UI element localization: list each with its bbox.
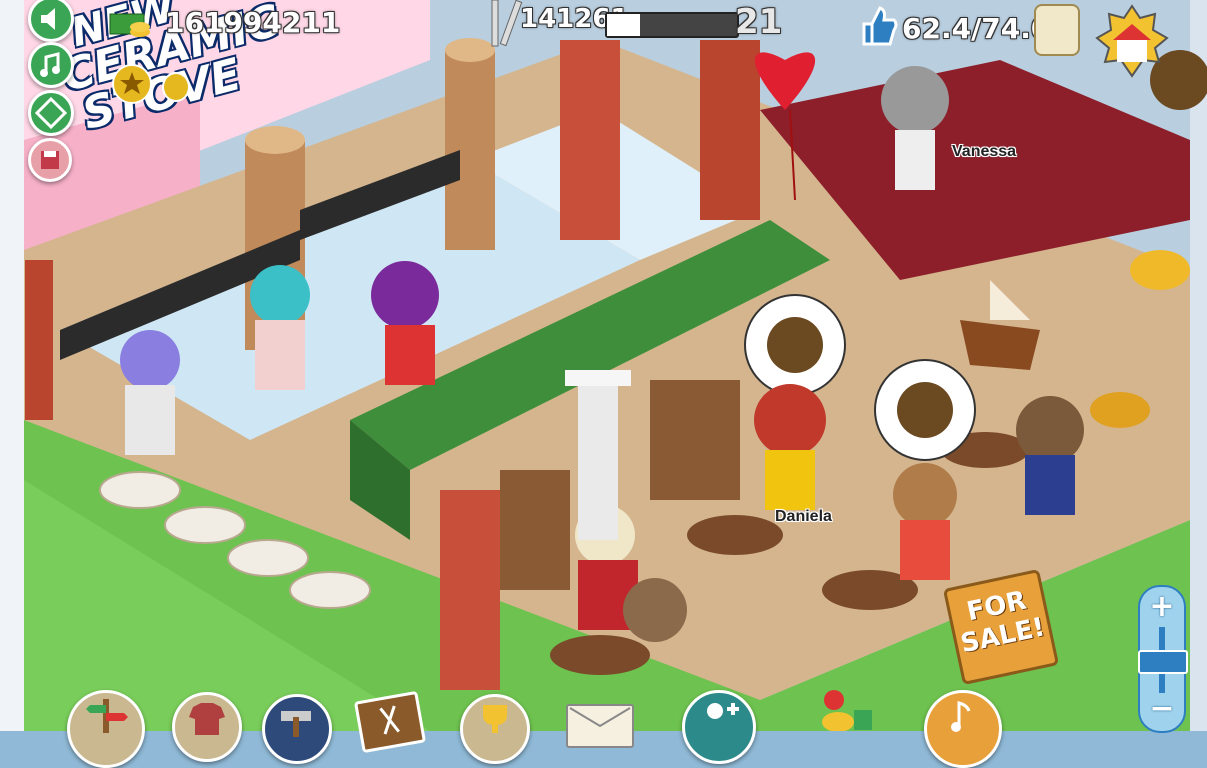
coins-stack-icon xyxy=(108,8,152,44)
small-coin-icon xyxy=(162,72,190,102)
music-icon xyxy=(40,52,60,77)
shirt-icon xyxy=(189,703,225,735)
menu-icon xyxy=(379,705,400,735)
mail-icon xyxy=(569,707,631,728)
music-shop-button[interactable] xyxy=(924,690,1002,768)
hammer-icon xyxy=(281,711,311,737)
zoom-handle[interactable] xyxy=(1138,650,1188,674)
zoom-in-button[interactable]: + xyxy=(1140,589,1184,624)
mail-button[interactable] xyxy=(566,704,634,748)
add-friend-icon xyxy=(707,703,739,719)
zoom-out-button[interactable]: − xyxy=(1140,691,1184,726)
home-button[interactable] xyxy=(1095,4,1169,84)
trophy-button[interactable] xyxy=(460,694,530,764)
map-icon xyxy=(86,699,128,733)
clothes-button[interactable] xyxy=(172,692,242,762)
shop-icon xyxy=(822,690,872,732)
thumbs-up-icon xyxy=(858,4,898,48)
sound-button[interactable] xyxy=(28,0,74,42)
for-sale-sign[interactable]: FOR SALE! xyxy=(942,568,1060,686)
save-icon xyxy=(41,151,59,169)
menu-book-button[interactable] xyxy=(353,690,427,754)
star-coin-icon[interactable] xyxy=(112,64,152,104)
coins-count: 161994211 xyxy=(165,6,341,39)
character-name-vanessa[interactable]: Vanessa xyxy=(952,143,1016,161)
character-name-daniela[interactable]: Daniela xyxy=(775,508,832,526)
sound-icon xyxy=(41,8,55,30)
build-button[interactable] xyxy=(262,694,332,764)
rotate-button[interactable] xyxy=(28,90,74,136)
xp-bar-fill xyxy=(607,14,640,36)
add-friend-button[interactable] xyxy=(682,690,756,764)
music-button[interactable] xyxy=(28,42,74,88)
music-note-icon xyxy=(951,701,971,732)
rating-value: 62.4/74.0 xyxy=(902,12,1051,45)
ingredient-jar-icon[interactable] xyxy=(1034,4,1080,56)
level-number: 21 xyxy=(735,2,783,42)
zoom-slider[interactable]: + − xyxy=(1138,585,1188,733)
trophy-icon xyxy=(483,705,507,733)
home-icon xyxy=(1095,4,1169,78)
xp-bar xyxy=(605,12,739,38)
shop-button[interactable] xyxy=(810,686,878,732)
map-button[interactable] xyxy=(67,690,145,768)
save-button[interactable] xyxy=(28,138,72,182)
rotate-icon xyxy=(34,96,68,130)
